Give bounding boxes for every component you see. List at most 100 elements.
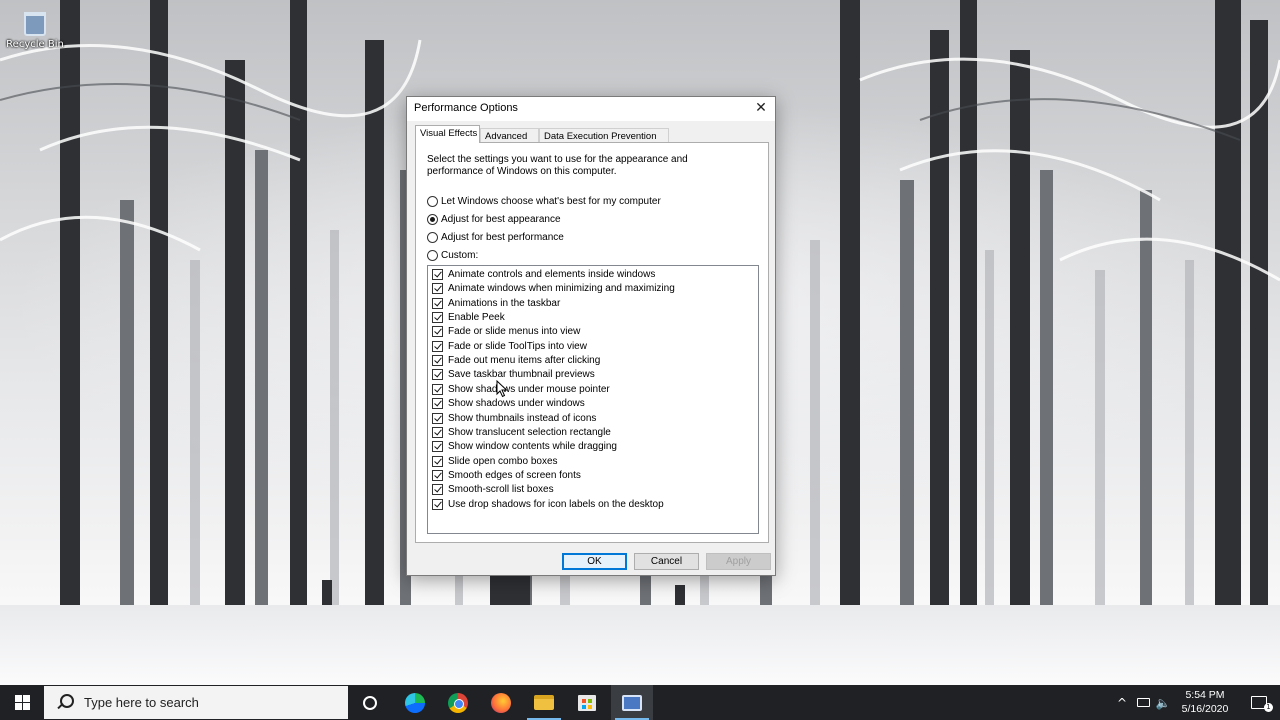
search-placeholder: Type here to search xyxy=(84,695,199,710)
cancel-button[interactable]: Cancel xyxy=(634,553,699,570)
file-explorer-icon xyxy=(534,695,554,710)
effect-label: Fade or slide menus into view xyxy=(448,325,581,337)
effect-item[interactable]: Show thumbnails instead of icons xyxy=(432,411,596,425)
show-hidden-icons-button[interactable]: ^ xyxy=(1114,685,1130,720)
taskbar-edge[interactable] xyxy=(394,685,436,720)
radio-label: Let Windows choose what's best for my co… xyxy=(441,195,661,207)
effect-label: Smooth-scroll list boxes xyxy=(448,483,554,495)
intro-text: Select the settings you want to use for … xyxy=(427,154,727,178)
taskbar-clock[interactable]: 5:54 PM 5/16/2020 xyxy=(1175,688,1235,716)
ok-button[interactable]: OK xyxy=(562,553,627,570)
effect-item[interactable]: Animate windows when minimizing and maxi… xyxy=(432,281,675,295)
network-icon xyxy=(1136,698,1150,707)
taskbar-file-explorer[interactable] xyxy=(523,685,565,720)
checkbox[interactable] xyxy=(432,354,443,366)
effect-label: Show shadows under windows xyxy=(448,397,585,409)
checkbox[interactable] xyxy=(432,469,443,481)
effect-label: Fade or slide ToolTips into view xyxy=(448,340,587,352)
radio-button[interactable] xyxy=(427,195,438,207)
checkbox[interactable] xyxy=(432,297,443,309)
effect-label: Animate controls and elements inside win… xyxy=(448,268,656,280)
taskbar-control-panel[interactable] xyxy=(611,685,653,720)
checkbox[interactable] xyxy=(432,383,443,395)
tab-visual-effects[interactable]: Visual Effects xyxy=(415,125,480,143)
close-button[interactable]: ✕ xyxy=(747,97,775,119)
effect-item[interactable]: Animations in the taskbar xyxy=(432,296,560,310)
checkbox[interactable] xyxy=(432,325,443,337)
effect-item[interactable]: Animate controls and elements inside win… xyxy=(432,267,655,281)
effect-label: Save taskbar thumbnail previews xyxy=(448,368,595,380)
snow-ground xyxy=(0,605,1280,685)
checkbox[interactable] xyxy=(432,483,443,495)
checkbox[interactable] xyxy=(432,455,443,467)
effect-item[interactable]: Use drop shadows for icon labels on the … xyxy=(432,497,664,511)
checkbox[interactable] xyxy=(432,426,443,438)
firefox-icon xyxy=(491,692,511,713)
taskbar-chrome[interactable] xyxy=(437,685,479,720)
start-button[interactable] xyxy=(0,685,44,720)
radio-button[interactable] xyxy=(427,213,438,225)
effect-item[interactable]: Enable Peek xyxy=(432,310,505,324)
effect-label: Smooth edges of screen fonts xyxy=(448,469,581,481)
apply-button: Apply xyxy=(706,553,771,570)
checkbox[interactable] xyxy=(432,440,443,452)
close-icon: ✕ xyxy=(755,100,767,116)
effect-item[interactable]: Show translucent selection rectangle xyxy=(432,425,611,439)
tab-data-execution-prevention[interactable]: Data Execution Prevention xyxy=(539,128,669,143)
effect-item[interactable]: Fade or slide ToolTips into view xyxy=(432,339,587,353)
radio-button[interactable] xyxy=(427,249,438,261)
chrome-icon xyxy=(448,692,468,713)
clock-date: 5/16/2020 xyxy=(1181,703,1229,715)
recycle-bin-icon xyxy=(24,12,46,36)
checkbox[interactable] xyxy=(432,498,443,510)
task-view-button[interactable] xyxy=(352,685,388,720)
action-center-button[interactable]: 1 xyxy=(1238,685,1280,720)
taskbar-search-box[interactable]: Type here to search xyxy=(44,686,348,719)
effect-label: Show thumbnails instead of icons xyxy=(448,412,597,424)
effect-item[interactable]: Smooth edges of screen fonts xyxy=(432,468,581,482)
effect-item[interactable]: Save taskbar thumbnail previews xyxy=(432,367,595,381)
tab-advanced[interactable]: Advanced xyxy=(480,128,539,143)
effect-item[interactable]: Fade or slide menus into view xyxy=(432,324,580,338)
radio-let-windows-choose[interactable]: Let Windows choose what's best for my co… xyxy=(427,194,661,208)
intro-line-2: performance of Windows on this computer. xyxy=(427,166,617,177)
notification-count-badge: 1 xyxy=(1264,703,1273,712)
checkbox[interactable] xyxy=(432,368,443,380)
effect-item[interactable]: Show shadows under mouse pointer xyxy=(432,382,610,396)
checkbox[interactable] xyxy=(432,311,443,323)
recycle-bin-desktop-icon[interactable]: Recycle Bin xyxy=(4,12,66,62)
network-button[interactable] xyxy=(1134,685,1152,720)
effect-label: Enable Peek xyxy=(448,311,505,323)
taskbar: Type here to search ^ 🔈 5:54 PM 5/16/202… xyxy=(0,685,1280,720)
visual-effects-panel: Select the settings you want to use for … xyxy=(415,142,769,543)
checkbox[interactable] xyxy=(432,397,443,409)
effect-item[interactable]: Fade out menu items after clicking xyxy=(432,353,600,367)
dialog-title: Performance Options xyxy=(414,102,518,114)
radio-label: Custom: xyxy=(441,249,479,261)
radio-best-performance[interactable]: Adjust for best performance xyxy=(427,230,564,244)
checkbox[interactable] xyxy=(432,282,443,294)
radio-best-appearance[interactable]: Adjust for best appearance xyxy=(427,212,561,226)
taskbar-store[interactable] xyxy=(566,685,608,720)
dialog-titlebar[interactable]: Performance Options ✕ xyxy=(407,97,775,121)
effect-item[interactable]: Show shadows under windows xyxy=(432,396,585,410)
radio-custom[interactable]: Custom: xyxy=(427,248,478,262)
effect-item[interactable]: Slide open combo boxes xyxy=(432,454,558,468)
radio-button[interactable] xyxy=(427,231,438,243)
checkbox[interactable] xyxy=(432,412,443,424)
effect-label: Use drop shadows for icon labels on the … xyxy=(448,498,664,510)
clock-time: 5:54 PM xyxy=(1185,689,1225,701)
taskbar-firefox[interactable] xyxy=(480,685,522,720)
checkbox[interactable] xyxy=(432,340,443,352)
radio-label: Adjust for best appearance xyxy=(441,213,561,225)
effect-label: Animations in the taskbar xyxy=(448,297,561,309)
effect-label: Animate windows when minimizing and maxi… xyxy=(448,282,675,294)
control-panel-icon xyxy=(622,694,642,711)
effect-label: Show translucent selection rectangle xyxy=(448,426,611,438)
effect-label: Show window contents while dragging xyxy=(448,440,617,452)
effect-item[interactable]: Smooth-scroll list boxes xyxy=(432,482,554,496)
checkbox[interactable] xyxy=(432,268,443,280)
visual-effects-list[interactable]: Animate controls and elements inside win… xyxy=(427,265,759,534)
volume-button[interactable]: 🔈 xyxy=(1154,685,1172,720)
effect-item[interactable]: Show window contents while dragging xyxy=(432,439,617,453)
